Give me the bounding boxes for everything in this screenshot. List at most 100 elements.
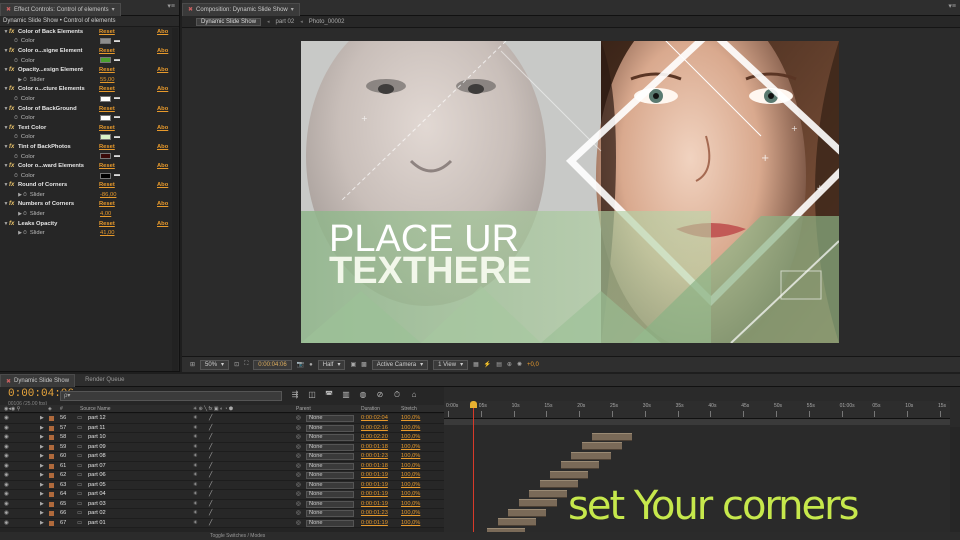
disclosure-triangle-icon[interactable]: ▶ [40,444,44,450]
pickwhip-icon[interactable]: ◎ [296,501,301,507]
parent-select[interactable]: None [306,415,354,422]
layer-duration-bar[interactable] [592,432,632,441]
close-icon[interactable]: ✖ [6,6,11,13]
collapse-switch-icon[interactable]: ✳ [193,510,198,516]
visibility-eye-icon[interactable]: ◉ [4,501,9,507]
parent-select[interactable]: None [306,519,354,527]
stopwatch-icon[interactable]: ⏱ [14,58,18,64]
visibility-eye-icon[interactable]: ◉ [4,520,9,526]
color-swatch[interactable] [100,57,111,64]
layer-name[interactable]: part 05 [88,482,106,488]
layer-stretch[interactable]: 100,0% [401,510,420,516]
quality-switch-icon[interactable]: ╱ [209,434,212,440]
layer-search-input[interactable]: ρ▾ [60,391,282,401]
effect-row[interactable]: ▼ fx Tint of BackPhotos Reset Abo [0,142,179,152]
pickwhip-icon[interactable]: ◎ [296,434,301,440]
layer-stretch[interactable]: 100,0% [401,482,420,488]
layer-stretch[interactable]: 100,0% [401,520,420,526]
layer-name[interactable]: part 09 [88,444,106,450]
layer-stretch[interactable]: 100,0% [401,453,420,459]
column-source-name[interactable]: Source Name [80,406,111,412]
timeline-tab-comp[interactable]: ✖ Dynamic Slide Show [0,374,76,387]
effect-about-link[interactable]: Abo [157,67,168,73]
parent-select[interactable]: None [306,462,354,470]
composition-viewer[interactable]: + + + + PLACE UR TEXTHERE [182,29,960,356]
stopwatch-icon[interactable]: ⏱ [14,134,18,140]
effect-reset-link[interactable]: Reset [99,106,115,112]
label-color-chip[interactable] [49,511,54,516]
layer-name[interactable]: part 10 [88,434,106,440]
layer-name[interactable]: part 03 [88,501,106,507]
close-icon[interactable]: ✖ [6,378,11,385]
layer-stretch[interactable]: 100,0% [401,434,420,440]
label-color-chip[interactable] [49,416,54,421]
collapse-switch-icon[interactable]: ✳ [193,463,198,469]
layer-duration[interactable]: 0:00:01:19 [361,491,388,497]
effect-reset-link[interactable]: Reset [99,163,115,169]
timeline-icon[interactable]: ▤ [496,361,502,368]
zoom-select[interactable]: 50% ▾ [200,359,230,370]
eyedropper-icon[interactable]: ▬ [114,95,120,101]
fx-icon[interactable]: fx [9,144,18,150]
timecode-display[interactable]: 0:00:04:06 [253,359,292,370]
collapse-switch-icon[interactable]: ✳ [193,482,198,488]
effect-row[interactable]: ▼ fx Round of Corners Reset Abo [0,181,179,191]
fast-preview-icon[interactable]: ⚡ [484,361,491,368]
visibility-eye-icon[interactable]: ◉ [4,463,9,469]
stopwatch-icon[interactable]: ⏱ [392,390,402,400]
layer-duration-bar[interactable] [581,442,622,450]
disclosure-triangle-icon[interactable]: ▶ [40,463,44,469]
layer-duration[interactable]: 0:00:01:19 [361,482,388,488]
camera-icon[interactable]: 📷 [297,361,304,368]
fx-icon[interactable]: fx [9,221,18,227]
layer-duration[interactable]: 0:00:01:19 [361,501,388,507]
effect-about-link[interactable]: Abo [157,125,168,131]
stopwatch-icon[interactable]: ⏱ [23,192,27,198]
label-color-chip[interactable] [49,501,54,507]
visibility-eye-icon[interactable]: ◉ [4,415,9,421]
effect-reset-link[interactable]: Reset [99,221,115,227]
layer-stretch[interactable]: 100,0% [401,463,420,469]
effect-about-link[interactable]: Abo [157,144,168,150]
visibility-eye-icon[interactable]: ◉ [4,444,9,450]
timeline-scrollbar[interactable] [950,427,960,532]
layer-duration-bar[interactable] [571,451,611,460]
layer-stretch[interactable]: 100,0% [401,501,420,507]
time-ruler[interactable]: 0:00s 05s 10s 15s 20s 25s 30s 35s 40s 45s 50s 55s 01… [444,401,950,419]
column-parent[interactable]: Parent [296,406,311,412]
disclosure-triangle-icon[interactable]: ▶ [40,453,44,459]
layer-row[interactable]: ◉ ▶ 67 ▭ part 01 ✳ ╱ ◎ None 0:00:01:19 100,0% [0,518,444,528]
effect-reset-link[interactable]: Reset [99,86,115,92]
collapse-switch-icon[interactable]: ✳ [193,425,198,431]
chevron-down-icon[interactable]: ▾ [112,6,115,13]
fx-icon[interactable]: fx [9,182,18,188]
quality-switch-icon[interactable]: ╱ [209,491,212,497]
color-channel-icon[interactable]: ● [309,362,313,368]
layer-duration-bar[interactable] [508,508,546,517]
layer-name[interactable]: part 04 [88,491,106,497]
visibility-eye-icon[interactable]: ◉ [4,482,9,488]
layer-row[interactable]: ◉ ▶ 62 ▭ part 06 ✳ ╱ ◎ None 0:00:01:19 100,0% [0,471,444,481]
pickwhip-icon[interactable]: ◎ [296,472,301,478]
effect-row[interactable]: ▼ fx Color of Back Elements Reset Abo [0,27,179,37]
effect-row[interactable]: ▼ fx Color o...ward Elements Reset Abo [0,161,179,171]
collapse-switch-icon[interactable]: ✳ [193,444,198,450]
work-area-bar[interactable] [444,419,950,425]
layer-row[interactable]: ◉ ▶ 56 ▭ part 12 ✳ ╱ ◎ None 0:00:02:04 100,0% [0,414,444,424]
camera-select[interactable]: Active Camera ▾ [371,359,429,370]
layer-row[interactable]: ◉ ▶ 61 ▭ part 07 ✳ ╱ ◎ None 0:00:01:18 100,0% [0,461,444,471]
quality-switch-icon[interactable]: ╱ [209,453,212,459]
exposure-value[interactable]: +0,0 [527,362,539,368]
eyedropper-icon[interactable]: ▬ [114,134,120,140]
flowchart-icon[interactable]: ⊕ [507,361,512,368]
color-swatch[interactable] [100,38,111,45]
pickwhip-icon[interactable]: ◎ [296,415,301,421]
stopwatch-icon[interactable]: ⏱ [14,96,18,102]
composition-mini-flowchart-icon[interactable]: ⇶ [290,390,300,400]
effect-reset-link[interactable]: Reset [99,201,115,207]
layer-duration[interactable]: 0:00:02:20 [361,434,388,440]
effect-row[interactable]: ▼ fx Leaks Opacity Reset Abo [0,219,179,229]
layer-row[interactable]: ◉ ▶ 57 ▭ part 11 ✳ ╱ ◎ None 0:00:02:16 100,0% [0,423,444,433]
stopwatch-icon[interactable]: ⏱ [23,230,27,236]
quality-switch-icon[interactable]: ╱ [209,425,212,431]
